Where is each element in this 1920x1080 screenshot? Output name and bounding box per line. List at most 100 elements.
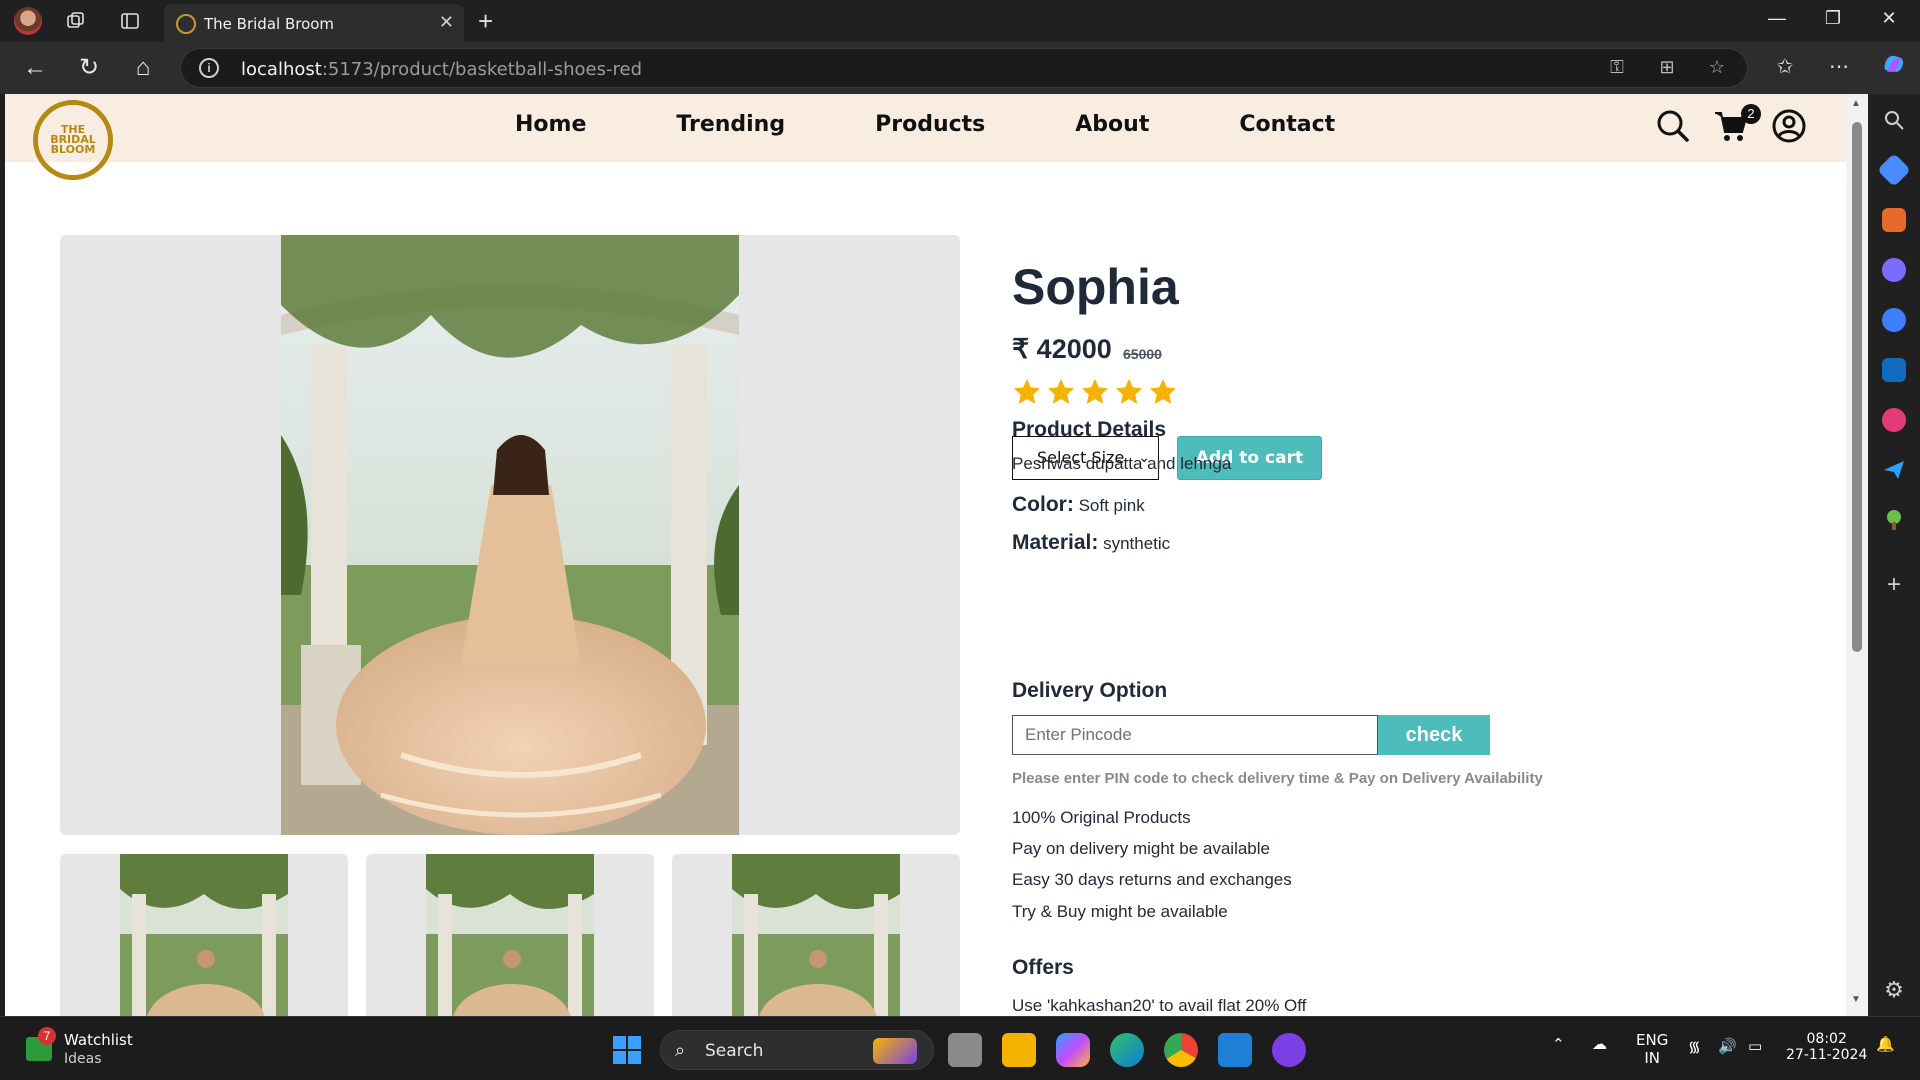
pincode-input[interactable]: Enter Pincode [1012,715,1378,755]
watchlist-title[interactable]: Watchlist [64,1031,133,1049]
favorite-star-icon[interactable]: ☆ [1705,57,1729,81]
battery-icon[interactable]: ▭ [1748,1037,1762,1055]
taskbar-search[interactable]: ⌕ Search [660,1030,934,1070]
address-bar-row: ← ↻ ⌂ i localhost:5173/product/basketbal… [0,42,1920,94]
minimize-icon[interactable]: — [1762,8,1792,29]
logo-line-3: BLOOM [50,143,96,156]
volume-icon[interactable]: 🔊 [1718,1037,1737,1055]
back-icon[interactable]: ← [20,54,50,84]
clock-time: 08:02 [1806,1031,1847,1047]
language-indicator[interactable]: ENG IN [1636,1031,1668,1067]
windows-taskbar: 7 Watchlist Ideas ⌕ Search ⌃ ☁ ENG IN ᯾ 🔊… [0,1016,1920,1080]
page-scrollbar[interactable]: ▲ ▼ [1846,94,1868,1016]
tree-icon[interactable] [1882,508,1906,532]
material-label: Material: [1012,531,1099,554]
check-pincode-button[interactable]: check [1378,715,1490,755]
nav-about[interactable]: About [1075,112,1149,137]
start-icon[interactable] [610,1033,644,1067]
url-field[interactable]: i localhost:5173/product/basketball-shoe… [180,48,1748,88]
site-info-icon[interactable]: i [199,58,219,78]
color-row: Color: Soft pink [1012,493,1145,517]
site-header: THE BRIDAL BLOOM Home Trending Products … [5,94,1846,180]
search-icon[interactable] [1655,108,1691,144]
file-explorer-icon[interactable] [1002,1033,1036,1067]
region-code: IN [1644,1049,1660,1067]
tab-actions-icon[interactable] [118,9,142,33]
close-tab-icon[interactable]: ✕ [439,12,454,33]
send-icon[interactable] [1882,458,1906,482]
refresh-icon[interactable]: ↻ [74,54,104,84]
tools-icon[interactable] [1882,208,1906,232]
add-sidebar-app-icon[interactable]: + [1882,573,1906,598]
thumbnail-1[interactable] [60,854,348,1016]
main-product-image-frame [60,235,960,835]
offer-text: Use 'kahkashan20' to avail flat 20% Off [1012,996,1307,1015]
url-text: localhost:5173/product/basketball-shoes-… [241,59,642,80]
watchlist-subtitle: Ideas [64,1051,102,1067]
delivery-heading: Delivery Option [1012,679,1168,702]
onedrive-icon[interactable]: ☁ [1592,1035,1607,1053]
profile-avatar[interactable] [14,7,42,35]
edge-icon[interactable] [1110,1033,1144,1067]
github-desktop-icon[interactable] [1272,1033,1306,1067]
tab-title: The Bridal Broom [204,15,335,33]
sidebar-settings-icon[interactable]: ⚙ [1882,978,1906,1002]
material-row: Material: synthetic [1012,531,1170,555]
chrome-icon[interactable] [1164,1033,1198,1067]
favorites-icon[interactable]: ✩ [1770,54,1800,79]
copilot-icon[interactable] [1878,50,1908,84]
thumbnail-image [426,854,594,1016]
scrollbar-thumb[interactable] [1852,122,1862,652]
thumbnail-2[interactable] [366,854,654,1016]
scroll-up-icon[interactable]: ▲ [1851,98,1861,109]
workspaces-icon[interactable] [64,9,88,33]
nav-home[interactable]: Home [515,112,586,137]
outlook-icon[interactable] [1882,358,1906,382]
shopping-tag-icon[interactable] [1877,153,1911,187]
nav-products[interactable]: Products [875,112,985,137]
close-window-icon[interactable]: ✕ [1874,8,1904,29]
color-label: Color: [1012,493,1074,516]
copilot-app-icon[interactable] [1056,1033,1090,1067]
vscode-icon[interactable] [1218,1033,1252,1067]
chevron-up-icon[interactable]: ⌃ [1552,1035,1565,1053]
main-nav: Home Trending Products About Contact [515,112,1425,137]
nav-contact[interactable]: Contact [1239,112,1335,137]
tab-active[interactable]: The Bridal Broom ✕ [164,4,464,42]
brand-logo[interactable]: THE BRIDAL BLOOM [33,100,113,180]
restore-icon[interactable]: ❐ [1818,8,1848,29]
clock-date: 27-11-2024 [1786,1047,1868,1063]
site-favicon-icon [176,14,196,34]
sidebar-search-icon[interactable] [1882,108,1906,132]
copilot-sidebar-icon[interactable] [1882,308,1906,332]
home-icon[interactable]: ⌂ [128,54,158,84]
product-details-text: Peshwas dupatta and lehnga [1012,454,1232,473]
main-product-image[interactable] [281,235,739,835]
star-icon [1047,378,1075,404]
edge-sidebar: + ⚙ [1868,94,1920,1016]
notification-bell-icon[interactable]: 🔔 [1876,1035,1895,1053]
designer-icon[interactable] [1882,408,1906,432]
pincode-note: Please enter PIN code to check delivery … [1012,770,1543,787]
user-account-icon[interactable] [1771,108,1807,144]
thumbnail-3[interactable] [672,854,960,1016]
search-highlight-icon [873,1038,917,1064]
app-available-icon[interactable]: ⊞ [1655,57,1679,81]
games-icon[interactable] [1882,258,1906,282]
taskbar-search-label: Search [705,1041,764,1061]
key-icon[interactable]: ⚿ [1605,57,1629,81]
task-view-icon[interactable] [948,1033,982,1067]
product-title: Sophia [1012,259,1179,315]
nav-trending[interactable]: Trending [676,112,785,137]
clock[interactable]: 08:02 27-11-2024 [1786,1031,1867,1063]
watchlist-badge: 7 [38,1027,56,1045]
color-value: Soft pink [1078,496,1145,515]
scroll-down-icon[interactable]: ▼ [1851,994,1861,1005]
star-icon [1081,378,1109,404]
more-menu-icon[interactable]: ⋯ [1824,54,1854,79]
star-icon [1115,378,1143,404]
thumbnail-image [120,854,288,1016]
wifi-icon[interactable]: ᯾ [1688,1037,1701,1057]
new-tab-icon[interactable]: + [478,6,493,37]
product-details-heading: Product Details [1012,418,1167,441]
